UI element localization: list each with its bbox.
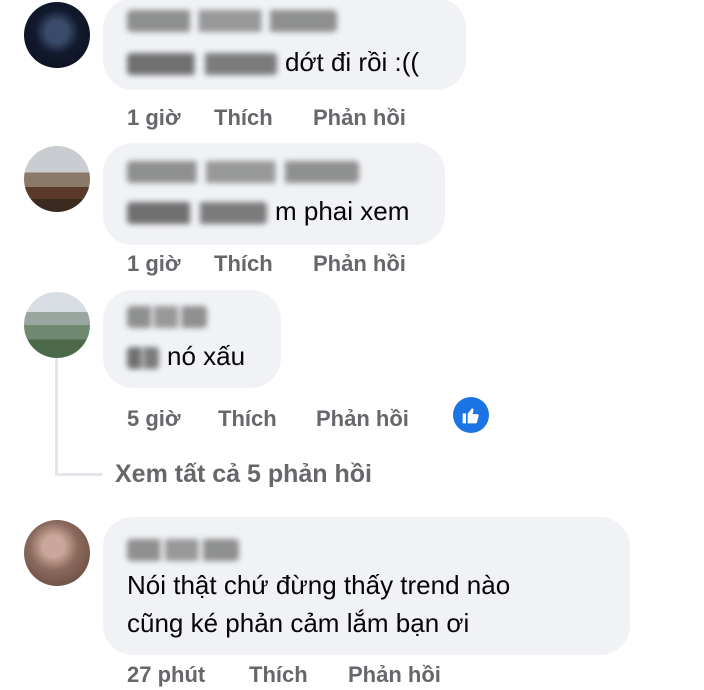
thumbs-up-icon xyxy=(462,408,479,424)
like-button[interactable]: Thích xyxy=(214,105,273,131)
like-button[interactable]: Thích xyxy=(214,251,273,277)
mentioned-user[interactable] xyxy=(127,347,159,370)
comment-bubble: Nói thật chứ đừng thấy trend nào cũng ké… xyxy=(103,517,630,655)
comment-author[interactable] xyxy=(127,306,207,328)
like-button[interactable]: Thích xyxy=(218,406,277,432)
comment-author[interactable] xyxy=(127,10,337,32)
thread-line xyxy=(55,473,103,476)
mentioned-user[interactable] xyxy=(127,53,277,76)
comment-time[interactable]: 5 giờ xyxy=(127,406,181,432)
comment-time[interactable]: 1 giờ xyxy=(127,251,181,277)
avatar[interactable] xyxy=(24,520,90,586)
comment-time[interactable]: 1 giờ xyxy=(127,105,181,131)
reply-button[interactable]: Phản hồi xyxy=(348,662,441,688)
mentioned-user[interactable] xyxy=(127,202,267,225)
comment-text: m phai xem xyxy=(275,196,410,226)
comment-text: Nói thật chứ đừng thấy trend nào xyxy=(127,570,511,600)
comment-time[interactable]: 27 phút xyxy=(127,662,205,688)
comment-bubble: m phai xem xyxy=(103,143,445,245)
reply-button[interactable]: Phản hồi xyxy=(313,105,406,131)
thread-line xyxy=(55,358,58,476)
comment-author[interactable] xyxy=(127,161,359,183)
like-icon[interactable] xyxy=(453,397,489,433)
avatar[interactable] xyxy=(24,146,90,212)
reply-button[interactable]: Phản hồi xyxy=(316,406,409,432)
avatar[interactable] xyxy=(24,2,90,68)
reply-button[interactable]: Phản hồi xyxy=(313,251,406,277)
comment-bubble: dớt đi rồi :(( xyxy=(103,0,466,90)
comment-bubble: nó xấu xyxy=(103,290,281,388)
comment-author[interactable] xyxy=(127,539,239,561)
like-button[interactable]: Thích xyxy=(249,662,308,688)
comment-text: dớt đi rồi :(( xyxy=(285,47,420,77)
see-all-replies-link[interactable]: Xem tất cả 5 phản hồi xyxy=(115,460,372,489)
avatar[interactable] xyxy=(24,292,90,358)
comment-text: nó xấu xyxy=(167,341,246,371)
comment-text: cũng ké phản cảm lắm bạn ơi xyxy=(127,608,470,638)
